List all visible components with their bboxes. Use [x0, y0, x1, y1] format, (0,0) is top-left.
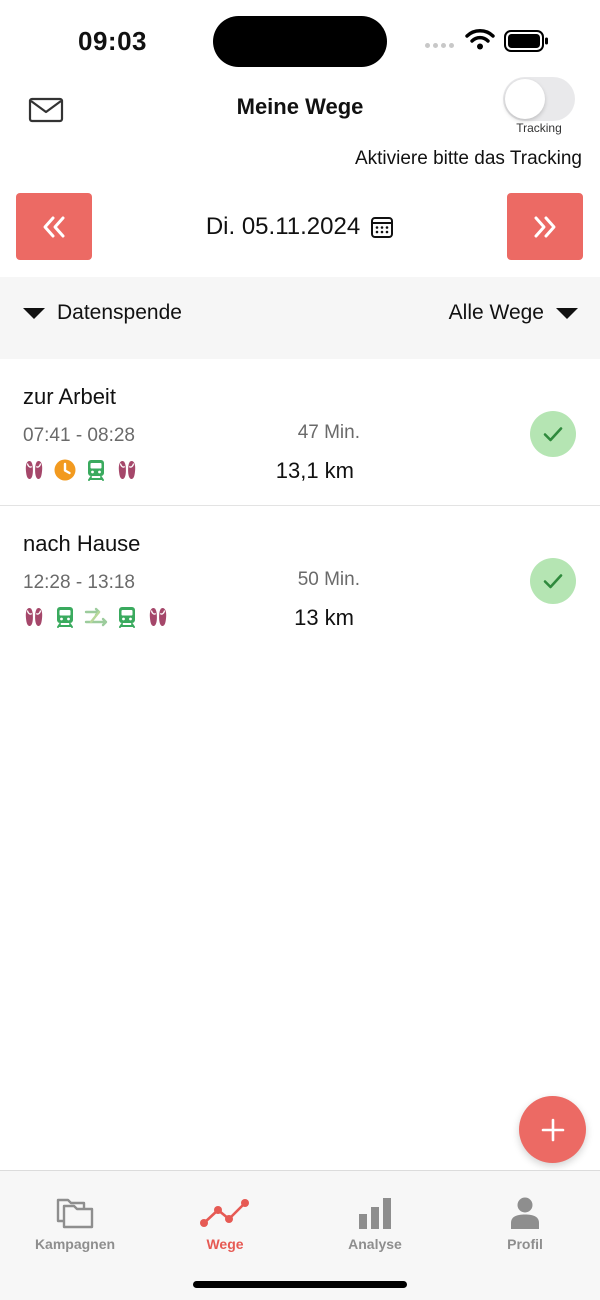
train-icon	[53, 605, 77, 629]
next-day-button[interactable]	[507, 193, 583, 260]
train-icon	[84, 458, 108, 482]
tracking-toggle-label: Tracking	[516, 121, 562, 135]
filter-right-label: Alle Wege	[448, 301, 544, 324]
tab-wege[interactable]: Wege	[150, 1193, 300, 1252]
tab-kampagnen[interactable]: Kampagnen	[0, 1193, 150, 1252]
tab-label: Profil	[507, 1236, 543, 1252]
trip-modes	[22, 605, 170, 629]
double-chevron-right-icon	[534, 216, 556, 237]
datenspende-filter[interactable]: Datenspende	[23, 301, 182, 325]
transfer-icon	[84, 605, 108, 629]
home-indicator	[193, 1281, 407, 1288]
footprints-icon	[115, 458, 139, 482]
header: Meine Wege Tracking Aktiviere bitte das …	[0, 77, 600, 180]
tracking-hint: Aktiviere bitte das Tracking	[354, 148, 582, 169]
calendar-icon	[371, 217, 394, 238]
cellular-signal-icon	[425, 43, 454, 48]
trip-distance: 13 km	[294, 605, 354, 630]
bar-chart-icon	[359, 1198, 391, 1229]
plus-icon	[541, 1118, 564, 1141]
trip-duration: 50 Min.	[297, 569, 360, 590]
status-time: 09:03	[78, 26, 147, 56]
battery-icon	[504, 30, 548, 52]
folders-icon	[56, 1198, 94, 1229]
date-navigation: Di. 05.11.2024	[0, 193, 600, 261]
filter-left-label: Datenspende	[57, 301, 182, 324]
tab-label: Analyse	[348, 1236, 402, 1252]
tab-analyse[interactable]: Analyse	[300, 1193, 450, 1252]
status-bar: 09:03	[0, 0, 600, 80]
waiting-clock-icon	[53, 458, 77, 482]
trip-modes	[22, 458, 139, 482]
trip-item[interactable]: nach Hause 12:28 - 13:18 50 Min. 13 km	[0, 507, 600, 653]
route-icon	[200, 1199, 249, 1227]
trip-type-filter[interactable]: Alle Wege	[449, 301, 578, 325]
trip-title: zur Arbeit	[23, 384, 116, 409]
trip-item[interactable]: zur Arbeit 07:41 - 08:28 47 Min. 13,1 km	[0, 360, 600, 506]
trip-title: nach Hause	[23, 531, 141, 556]
trip-distance: 13,1 km	[275, 458, 354, 483]
dynamic-island	[213, 16, 387, 67]
triangle-down-icon	[23, 307, 45, 319]
selected-date: Di. 05.11.2024	[205, 213, 361, 240]
footprints-icon	[22, 605, 46, 629]
person-icon	[511, 1197, 539, 1229]
wifi-icon	[465, 29, 495, 50]
confirmed-check-icon[interactable]	[530, 411, 576, 457]
tab-label: Kampagnen	[34, 1236, 116, 1252]
trip-duration: 47 Min.	[297, 422, 360, 443]
trip-time-range: 07:41 - 08:28	[23, 425, 135, 446]
toggle-knob	[505, 79, 545, 119]
tracking-toggle[interactable]	[503, 77, 575, 121]
footprints-icon	[146, 605, 170, 629]
filter-bar: Datenspende Alle Wege	[0, 277, 600, 359]
train-icon	[115, 605, 139, 629]
trip-time-range: 12:28 - 13:18	[23, 572, 135, 593]
tab-label: Wege	[206, 1236, 244, 1252]
tab-profil[interactable]: Profil	[450, 1193, 600, 1252]
add-trip-button[interactable]	[519, 1096, 586, 1163]
confirmed-check-icon[interactable]	[530, 558, 576, 604]
triangle-down-icon	[556, 307, 578, 319]
footprints-icon	[22, 458, 46, 482]
